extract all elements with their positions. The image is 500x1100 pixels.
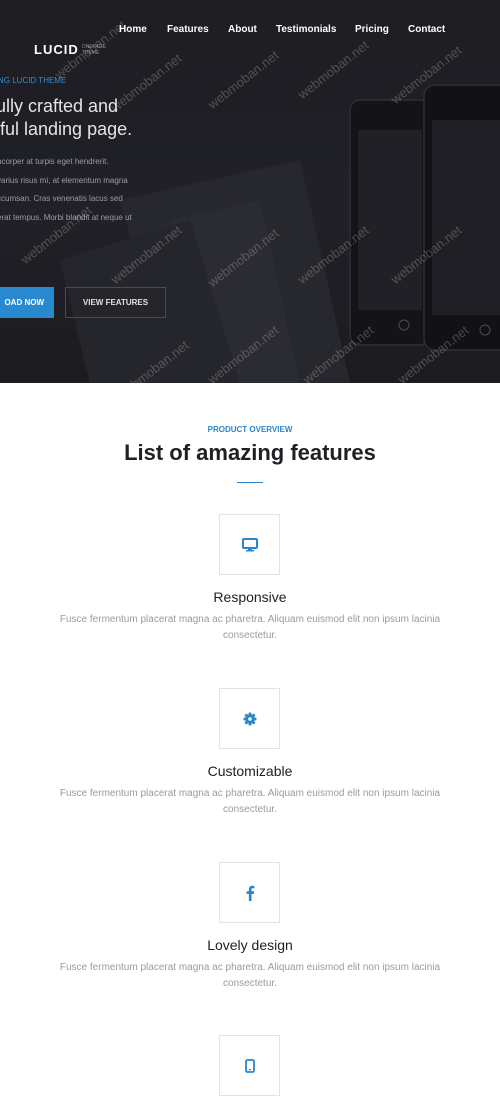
hero-description-line: erat tempus. Morbi blandit at neque ut <box>0 212 132 222</box>
nav-item-pricing[interactable]: Pricing <box>355 24 389 35</box>
nav-item-home[interactable]: Home <box>119 24 147 35</box>
feature-title: Customizable <box>207 763 293 779</box>
section-title: List of amazing features <box>124 440 376 465</box>
feature-icon-box <box>219 862 280 923</box>
view-features-button[interactable]: VIEW FEATURES <box>65 287 166 318</box>
brand-logo[interactable]: LUCID ONEPAGE THEME <box>34 42 106 57</box>
section-kicker: PRODUCT OVERVIEW <box>207 425 293 434</box>
feature-icon-box <box>219 688 280 749</box>
feature-description-line: consectetur. <box>223 978 277 989</box>
hero-description-line: varius risus mi, at elementum magna <box>0 175 128 185</box>
gear-icon <box>243 712 256 725</box>
hero-description: ncorper at turpis eget hendrerit. varius… <box>0 153 132 227</box>
mobile-icon <box>244 1058 255 1073</box>
monitor-icon <box>241 537 258 551</box>
phone-left-icon <box>349 99 431 346</box>
feature-description-line: Fusce fermentum placerat magna ac pharet… <box>59 788 441 799</box>
features-section: PRODUCT OVERVIEW List of amazing feature… <box>0 383 500 1100</box>
feature-description-line: Fusce fermentum placerat magna ac pharet… <box>59 962 441 973</box>
nav-item-contact[interactable]: Contact <box>408 24 445 35</box>
feature-icon-box <box>219 514 280 575</box>
feature-description: Fusce fermentum placerat magna ac pharet… <box>30 960 470 992</box>
feature-description-line: Fusce fermentum placerat magna ac pharet… <box>59 614 441 625</box>
hero-kicker: NG LUCID THEME <box>0 76 67 85</box>
hero-section: LUCID ONEPAGE THEME Home Features About … <box>0 0 500 383</box>
hero-description-line: ccumsan. Cras venenatis lacus sed <box>0 194 123 203</box>
hero-description-line: ncorper at turpis eget hendrerit. <box>0 157 109 166</box>
main-nav: Home Features About Testimonials Pricing… <box>0 24 500 36</box>
brand-tagline: ONEPAGE THEME <box>81 43 107 56</box>
nav-item-features[interactable]: Features <box>167 24 209 35</box>
feature-description: Fusce fermentum placerat magna ac pharet… <box>30 612 470 644</box>
feature-title: Lovely design <box>207 937 293 953</box>
feature-title: Responsive <box>213 589 287 605</box>
brand-name: LUCID <box>34 42 79 57</box>
section-divider <box>237 482 263 483</box>
nav-item-about[interactable]: About <box>228 24 257 35</box>
feature-description: Fusce fermentum placerat magna ac pharet… <box>30 786 470 818</box>
hero-title: ully crafted and iful landing page. <box>0 95 132 141</box>
nav-item-testimonials[interactable]: Testimonials <box>276 24 336 35</box>
download-button[interactable]: OAD NOW <box>0 287 54 318</box>
phone-right-icon <box>423 84 500 351</box>
hero-title-line: iful landing page. <box>0 119 133 139</box>
feature-description-line: consectetur. <box>223 804 277 815</box>
hero-title-line: ully crafted and <box>0 96 119 116</box>
facebook-icon <box>246 885 254 901</box>
feature-description-line: consectetur. <box>223 630 277 641</box>
feature-icon-box <box>219 1035 280 1096</box>
